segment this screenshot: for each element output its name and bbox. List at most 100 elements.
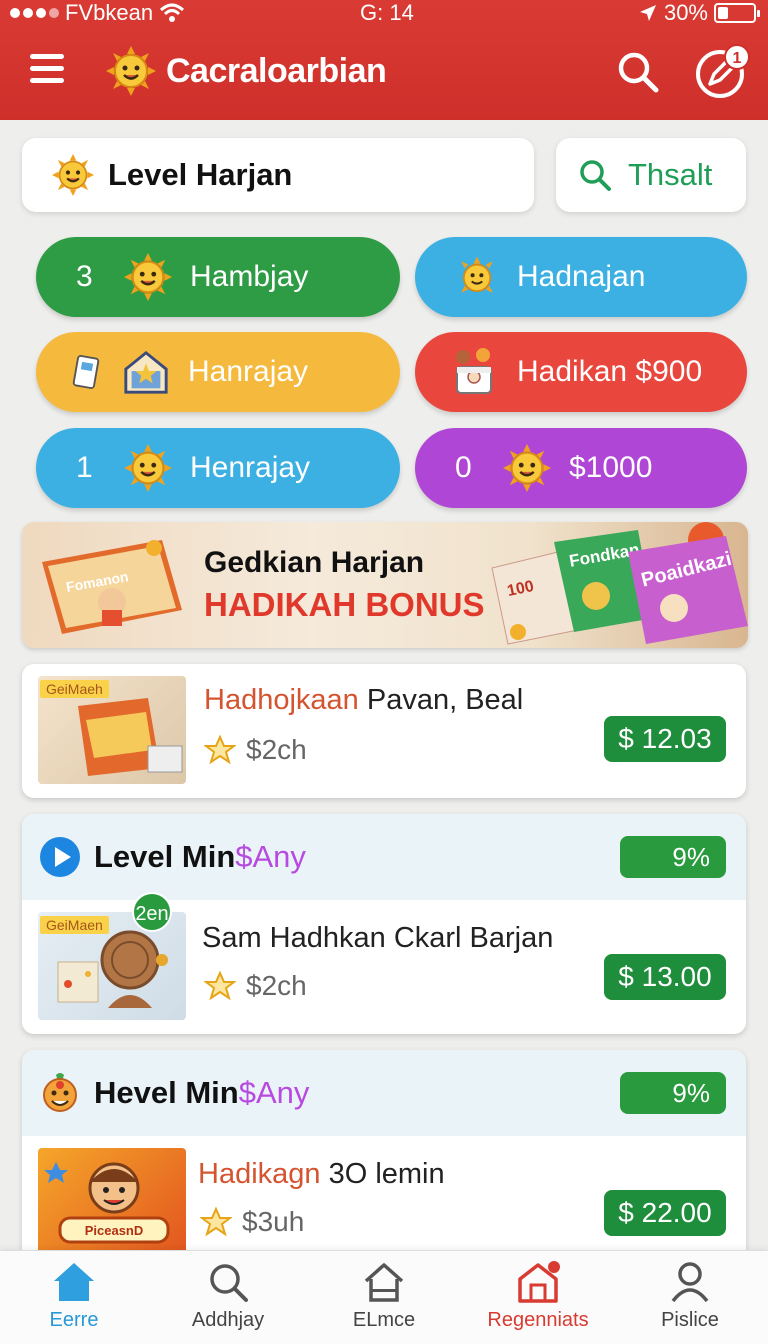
product-title: Sam Hadhkan Ckarl Barjan: [202, 922, 554, 954]
nav-profile[interactable]: Pislice: [620, 1259, 760, 1332]
thumbnail-tag: GeiMaen: [40, 916, 109, 934]
notification-badge: 1: [724, 44, 750, 70]
quick-button-label: Henrajay: [190, 451, 311, 484]
nav-search[interactable]: Addhjay: [158, 1259, 298, 1332]
section-header: Hevel Min$Any 9%: [22, 1050, 746, 1136]
section-header: Level Min$Any 9%: [22, 814, 746, 900]
house-star-icon: [124, 350, 168, 394]
product-rating: $3uh: [200, 1206, 304, 1238]
section-heading-main: Hevel Min: [94, 1075, 239, 1110]
percent-badge: 9%: [620, 836, 726, 878]
nav-label: Pislice: [661, 1309, 719, 1331]
nav-label: Eerre: [49, 1309, 99, 1331]
product-thumbnail: PiceasnD: [38, 1148, 186, 1260]
product-title: Hadikagn 3O lemin: [198, 1158, 445, 1191]
banner-subtitle: HADIKAH BONUS: [204, 586, 485, 623]
percent-badge: 9%: [620, 1072, 726, 1114]
nav-label: Regenniats: [487, 1309, 589, 1331]
sun-mascot-icon: [503, 444, 551, 492]
status-time: G: 14: [360, 0, 414, 25]
quick-button-label: Hadnajan: [517, 260, 646, 293]
nav-label: ELmce: [352, 1309, 416, 1331]
gift-mascot-icon: [456, 348, 492, 394]
sun-mascot-icon: [52, 154, 94, 196]
thumbnail-label: PiceasnD: [85, 1223, 144, 1238]
search-icon: [580, 160, 611, 191]
price-button[interactable]: $ 22.00: [604, 1190, 726, 1236]
quick-button-hanrajay[interactable]: Hanrajay: [36, 332, 400, 412]
sun-mascot-icon: [124, 253, 172, 301]
star-icon: [200, 1206, 232, 1237]
product-rating-text: $3uh: [242, 1206, 305, 1237]
signal-icon: [10, 8, 59, 18]
status-bar: FVbkean G: 14 30%: [0, 0, 768, 26]
section-heading: Level Min$Any: [94, 839, 306, 875]
star-icon: [204, 970, 236, 1001]
nav-house[interactable]: ELmce: [314, 1259, 454, 1332]
section-heading-main: Level Min: [94, 839, 236, 874]
card-icon: [72, 355, 100, 389]
status-left: FVbkean: [10, 0, 185, 26]
battery-fill: [718, 7, 728, 19]
search-button-label: Thsalt: [628, 157, 713, 192]
store-icon: [518, 1261, 560, 1303]
quick-button-label: Hambjay: [190, 260, 309, 293]
quick-button-hambjay[interactable]: 3 Hambjay: [36, 237, 400, 317]
storybook-illustration: Fomanon: [42, 540, 182, 634]
quick-button-hadnajan[interactable]: Hadnajan: [415, 237, 747, 317]
product-rating: $2ch: [204, 970, 307, 1002]
app-header: FVbkean G: 14 30% Cacraloarbian 1: [0, 0, 768, 120]
nav-home[interactable]: Eerre: [4, 1259, 144, 1332]
product-title-rest: 3O lemin: [320, 1158, 445, 1190]
price-button[interactable]: $ 13.00: [604, 954, 726, 1000]
battery-icon: [714, 3, 760, 23]
status-right: 30%: [638, 0, 760, 26]
cartoon-character-image: PiceasnD: [44, 1162, 170, 1244]
house-outline-icon: [364, 1263, 404, 1302]
section-card: Level Min$Any 9% GeiMaen 2en Sam Hadhkan…: [22, 814, 746, 1034]
wifi-icon: [160, 3, 185, 22]
quick-button-label: Hanrajay: [188, 355, 309, 388]
sun-mascot-logo-icon: [106, 46, 156, 96]
level-label: Level Harjan: [108, 157, 293, 192]
count-badge: 2en: [132, 892, 172, 932]
price-button[interactable]: $ 12.03: [604, 716, 726, 762]
section-heading: Hevel Min$Any: [94, 1075, 309, 1111]
quick-button-label: $1000: [569, 451, 653, 484]
product-rating-text: $2ch: [246, 734, 307, 765]
product-title-highlight: Hadhojkaan: [204, 684, 359, 716]
books-illustration: 100 Fondkan Poaidkazi: [491, 522, 748, 645]
menu-button[interactable]: [30, 54, 66, 88]
home-icon: [54, 1263, 94, 1301]
mascot-face-icon: [43, 1073, 77, 1112]
app-title: Cacraloarbian: [166, 52, 387, 90]
promo-banner[interactable]: Fomanon Gedkian Harjan HADIKAH BONUS 100…: [22, 522, 748, 648]
bottom-navigation: Eerre Addhjay ELmce Regenniats Pislice: [0, 1250, 768, 1344]
search-icon[interactable]: [616, 50, 660, 94]
quick-button-henrajay[interactable]: 1 Henrajay: [36, 428, 400, 508]
product-rating: $2ch: [204, 734, 307, 766]
play-icon[interactable]: [38, 835, 82, 879]
sun-mascot-icon: [124, 444, 172, 492]
search-icon: [210, 1264, 248, 1302]
sun-mascot-icon: [461, 256, 493, 293]
banner-title: Gedkian Harjan: [204, 546, 425, 579]
product-card[interactable]: GeiMaeh Hadhojkaan Pavan, Beal $2ch $ 12…: [22, 664, 746, 798]
thumbnail-tag: GeiMaeh: [40, 680, 109, 698]
nav-register[interactable]: Regenniats: [468, 1259, 608, 1332]
quick-button-count: 3: [76, 260, 93, 293]
star-icon: [204, 734, 236, 765]
quick-button-1000[interactable]: 0 $1000: [415, 428, 747, 508]
carrier-name: FVbkean: [65, 0, 154, 25]
battery-percent: 30%: [663, 0, 708, 25]
level-selector[interactable]: Level Harjan: [22, 138, 534, 212]
section-heading-accent: $Any: [235, 839, 306, 874]
section-heading-accent: $Any: [238, 1075, 310, 1110]
quick-button-label: Hadikan $900: [517, 355, 703, 388]
quick-button-hadikan[interactable]: Hadikan $900: [415, 332, 747, 412]
profile-icon: [671, 1262, 709, 1303]
quick-button-count: 1: [76, 451, 93, 484]
search-button[interactable]: Thsalt: [556, 138, 746, 212]
product-title-highlight: Hadikagn: [198, 1158, 321, 1190]
product-thumbnail: GeiMaeh: [38, 676, 186, 784]
